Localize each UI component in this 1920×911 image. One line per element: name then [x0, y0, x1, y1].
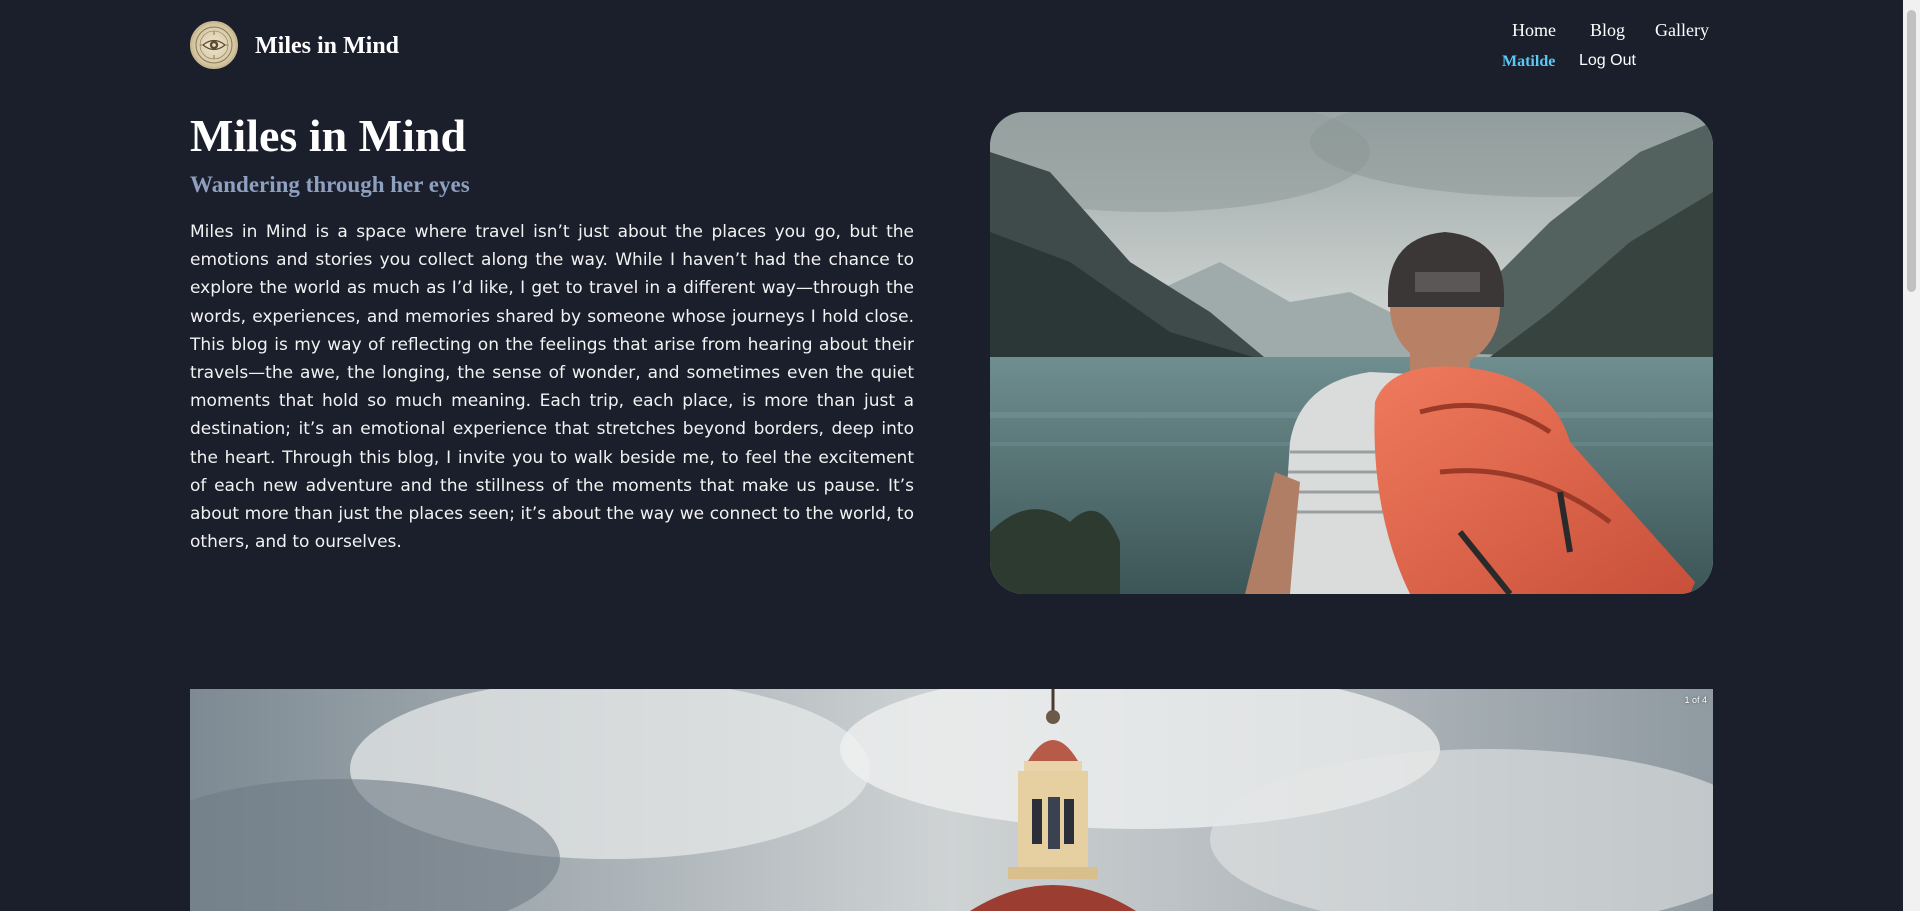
- eye-emblem-icon[interactable]: [190, 21, 238, 69]
- nav-user-link[interactable]: Matilde: [1502, 51, 1555, 73]
- nav-logout-link[interactable]: Log Out: [1579, 50, 1636, 72]
- page-scrollbar[interactable]: [1903, 0, 1920, 911]
- hero-image: [990, 112, 1713, 594]
- scrollbar-thumb[interactable]: [1907, 10, 1916, 292]
- nav-blog-link[interactable]: Blog: [1590, 18, 1625, 42]
- site-header: Miles in Mind Home Blog Gallery Matilde …: [0, 0, 1920, 95]
- gallery-carousel[interactable]: 1 of 4: [190, 689, 1713, 911]
- hero-subtitle: Wandering through her eyes: [190, 172, 470, 197]
- nav-home-link[interactable]: Home: [1512, 18, 1556, 42]
- hero-title: Miles in Mind: [190, 110, 467, 161]
- nav-gallery-link[interactable]: Gallery: [1655, 18, 1709, 42]
- carousel-counter: 1 of 4: [1684, 695, 1707, 705]
- hero-description: Miles in Mind is a space where travel is…: [190, 222, 914, 553]
- site-title[interactable]: Miles in Mind: [255, 30, 399, 62]
